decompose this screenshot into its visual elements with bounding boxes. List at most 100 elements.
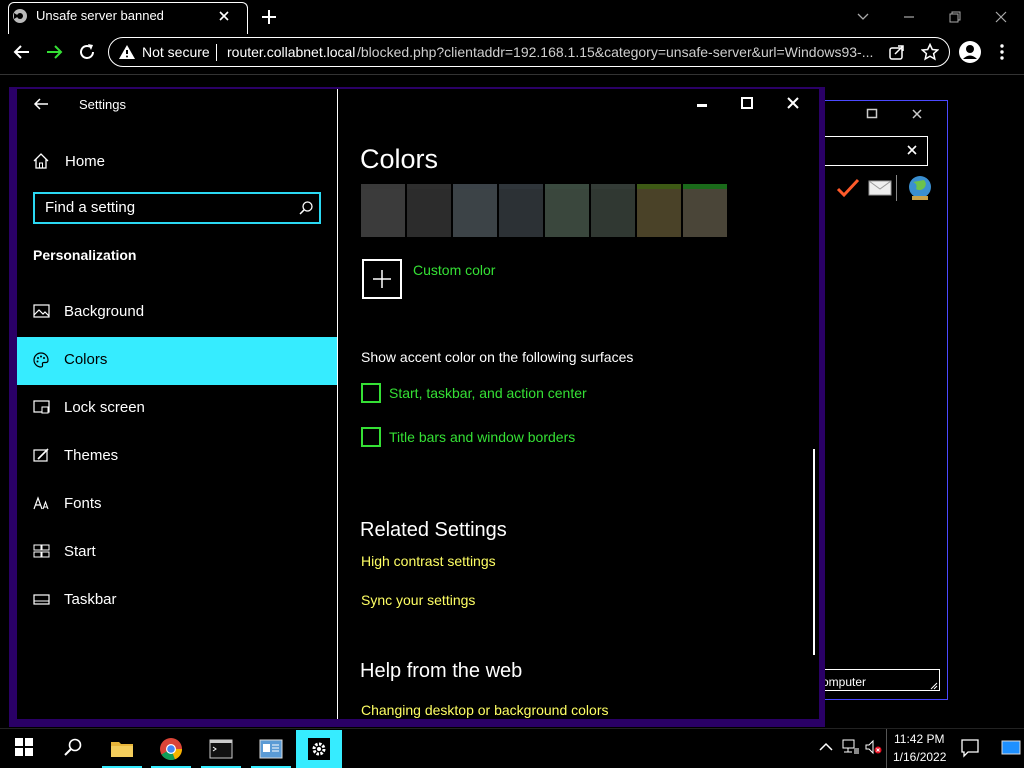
find-setting-placeholder[interactable]: Find a setting [45, 199, 135, 216]
color-swatch-strip [453, 184, 497, 189]
sidebar-item-themes[interactable]: Themes [17, 433, 337, 481]
taskbar-control-panel[interactable] [248, 730, 294, 768]
custom-color-button[interactable] [362, 259, 402, 299]
color-swatch-strip [591, 184, 635, 189]
color-swatch[interactable] [453, 184, 497, 237]
tab-title: Unsafe server banned [36, 8, 164, 23]
security-label[interactable]: Not secure [142, 44, 210, 60]
color-swatch[interactable] [499, 184, 543, 237]
sidebar-item-label: Colors [64, 351, 108, 368]
color-swatch[interactable] [591, 184, 635, 237]
share-icon[interactable] [888, 43, 906, 61]
muted-speaker-icon[interactable] [864, 738, 882, 756]
back-arrow-icon[interactable] [32, 95, 50, 113]
background-status-text: omputer [822, 675, 867, 689]
taskbar-settings[interactable] [296, 730, 342, 768]
sidebar-item-colors[interactable]: Colors [17, 337, 337, 385]
scrollbar[interactable] [813, 449, 815, 655]
custom-color-label[interactable]: Custom color [413, 262, 495, 278]
close-window-icon[interactable] [990, 6, 1012, 28]
warning-icon[interactable] [118, 44, 136, 60]
palette-icon [33, 352, 49, 368]
search-icon[interactable] [63, 737, 83, 757]
taskbar-icon [33, 592, 50, 607]
taskbar-file-explorer[interactable] [100, 730, 144, 768]
sidebar-item-label: Background [64, 303, 145, 320]
control-panel-icon [259, 739, 283, 759]
back-arrow-icon[interactable] [12, 42, 32, 62]
toolbar-divider [896, 175, 897, 201]
color-swatch[interactable] [545, 184, 589, 237]
color-swatch-strip [545, 184, 589, 189]
restore-icon[interactable] [944, 6, 966, 28]
globe-icon [12, 8, 28, 24]
color-swatch-strip [499, 184, 543, 189]
taskbar-chrome[interactable] [148, 730, 194, 768]
windows-start-icon[interactable] [15, 738, 33, 756]
show-desktop-icon[interactable] [1001, 740, 1021, 756]
related-settings-heading: Related Settings [360, 519, 507, 541]
taskbar-terminal[interactable] [198, 730, 244, 768]
background-window-maximize-icon[interactable] [866, 108, 878, 120]
network-icon[interactable] [842, 738, 860, 756]
sidebar-item-background[interactable]: Background [17, 289, 337, 337]
clear-search-icon[interactable] [906, 144, 918, 156]
sidebar-item-taskbar[interactable]: Taskbar [17, 577, 337, 625]
high-contrast-link[interactable]: High contrast settings [361, 553, 496, 569]
clock-date[interactable]: 1/16/2022 [893, 750, 946, 764]
checkbox-label[interactable]: Start, taskbar, and action center [389, 385, 587, 401]
sidebar-item-label: Start [64, 543, 96, 560]
sync-settings-link[interactable]: Sync your settings [361, 592, 475, 608]
sidebar-item-label: Taskbar [64, 591, 117, 608]
sidebar-item-label: Fonts [64, 495, 102, 512]
sidebar-item-lock-screen[interactable]: Lock screen [17, 385, 337, 433]
minimize-icon[interactable] [695, 98, 709, 112]
color-swatch[interactable] [683, 184, 727, 237]
start-icon [33, 544, 50, 559]
sidebar-item-fonts[interactable]: Fonts [17, 481, 337, 529]
color-swatch[interactable] [407, 184, 451, 237]
clock-time[interactable]: 11:42 PM [894, 732, 944, 746]
background-window-close-icon[interactable] [911, 108, 923, 120]
help-link[interactable]: Changing desktop or background colors [361, 702, 609, 718]
color-swatch-strip [637, 184, 681, 189]
home-icon[interactable] [33, 153, 49, 169]
close-tab-icon[interactable] [214, 6, 234, 26]
color-swatch-strip [407, 184, 451, 189]
sidebar-item-label: Lock screen [64, 399, 145, 416]
profile-avatar-icon[interactable] [958, 40, 982, 64]
more-menu-icon[interactable] [996, 42, 1008, 62]
new-tab-icon[interactable] [258, 6, 280, 28]
url-host[interactable]: router.collabnet.local [227, 44, 355, 60]
globe-icon[interactable] [906, 175, 934, 201]
checkbox-start-taskbar[interactable] [361, 383, 381, 403]
url-path[interactable]: /blocked.php?clientaddr=192.168.1.15&cat… [357, 44, 879, 60]
maximize-icon[interactable] [740, 96, 754, 110]
search-icon[interactable] [298, 200, 314, 216]
reload-icon[interactable] [77, 42, 97, 62]
terminal-icon [209, 739, 233, 759]
themes-icon [33, 448, 50, 463]
action-center-icon[interactable] [960, 738, 980, 758]
page-title: Colors [360, 144, 439, 174]
lock-screen-icon [33, 400, 50, 415]
checkmark-icon[interactable] [836, 178, 860, 198]
help-heading: Help from the web [360, 660, 523, 682]
chevron-down-icon[interactable] [852, 6, 874, 28]
picture-icon [33, 304, 50, 319]
sidebar-divider [337, 89, 338, 719]
home-nav-item[interactable]: Home [65, 153, 105, 170]
chevron-up-icon[interactable] [818, 740, 834, 754]
color-swatch[interactable] [361, 184, 405, 237]
accent-surfaces-heading: Show accent color on the following surfa… [361, 349, 634, 365]
mail-icon[interactable] [868, 180, 892, 196]
color-swatch[interactable] [637, 184, 681, 237]
resize-grip-icon[interactable] [928, 680, 938, 690]
minimize-icon[interactable] [898, 6, 920, 28]
checkbox-title-bars[interactable] [361, 427, 381, 447]
sidebar-item-start[interactable]: Start [17, 529, 337, 577]
forward-arrow-icon[interactable] [44, 42, 64, 62]
bookmark-star-icon[interactable] [921, 43, 939, 61]
close-icon[interactable] [786, 96, 800, 110]
checkbox-label[interactable]: Title bars and window borders [389, 429, 575, 445]
